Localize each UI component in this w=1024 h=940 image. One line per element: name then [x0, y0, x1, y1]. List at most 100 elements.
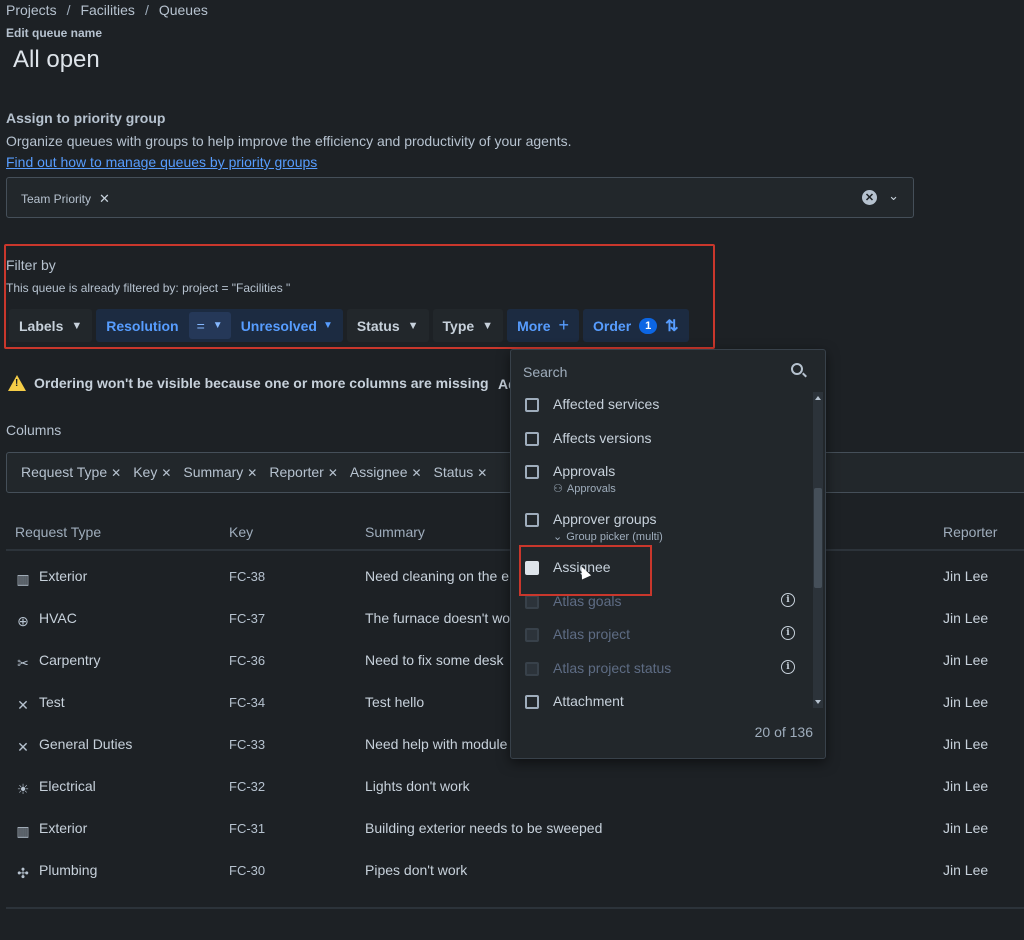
order-button[interactable]: Order 1 ⇅: [583, 309, 689, 342]
more-filter-button[interactable]: More +: [507, 309, 580, 342]
column-chip-label: Request Type: [21, 464, 108, 480]
key-cell[interactable]: FC-33: [229, 737, 265, 752]
remove-icon[interactable]: ✕: [161, 466, 171, 480]
checkbox[interactable]: [525, 513, 539, 527]
checkbox[interactable]: [525, 398, 539, 412]
summary-cell[interactable]: Need help with module: [365, 736, 507, 752]
remove-icon[interactable]: ✕: [411, 466, 421, 480]
team-priority-chip: Team Priority ✕: [15, 187, 116, 211]
request-type-cell: ▥ Exterior: [15, 568, 87, 587]
field-option-atlas-project-status[interactable]: Atlas project status: [525, 660, 671, 676]
chevron-down-icon[interactable]: ⌄: [888, 188, 899, 204]
tools-icon: ✂: [17, 655, 29, 671]
more-filter-label: More: [517, 317, 551, 334]
column-chip-label: Reporter: [269, 464, 324, 480]
table-row[interactable]: ☀ Electrical FC-32 Lights don't work Jin …: [0, 778, 1024, 820]
key-cell[interactable]: FC-30: [229, 863, 265, 878]
option-type-label: Group picker (multi): [566, 530, 663, 543]
resolution-value[interactable]: Unresolved ▼: [231, 309, 343, 342]
request-type-cell: ✂ Carpentry: [15, 652, 100, 671]
column-header-reporter[interactable]: Reporter: [943, 524, 997, 540]
column-header-summary[interactable]: Summary: [365, 524, 425, 540]
type-filter-button[interactable]: Type ▼: [432, 309, 504, 342]
labels-filter-button[interactable]: Labels ▼: [9, 309, 93, 342]
clear-icon[interactable]: ✕: [862, 190, 877, 205]
info-icon[interactable]: i: [781, 593, 795, 607]
breadcrumb-facilities[interactable]: Facilities: [80, 2, 134, 18]
queue-name-title[interactable]: All open: [13, 46, 100, 74]
field-option-attachment[interactable]: Attachment: [525, 693, 624, 709]
key-cell[interactable]: FC-31: [229, 821, 265, 836]
field-option-atlas-project[interactable]: Atlas project: [525, 626, 630, 642]
chevron-down-icon: ▼: [407, 319, 419, 332]
scroll-thumb[interactable]: [814, 488, 822, 588]
status-filter-button[interactable]: Status ▼: [346, 309, 429, 342]
resolution-operator[interactable]: = ▼: [188, 312, 231, 339]
column-chip: Status ✕: [434, 464, 488, 480]
column-chip: Key ✕: [133, 464, 171, 480]
priority-group-select[interactable]: Team Priority ✕ ✕ ⌄: [6, 177, 914, 218]
info-icon[interactable]: i: [781, 626, 795, 640]
column-chip: Assignee ✕: [350, 464, 422, 480]
checkbox[interactable]: [525, 432, 539, 446]
checkbox[interactable]: [525, 695, 539, 709]
field-option-approver-groups[interactable]: Approver groups ⌄ Group picker (multi): [525, 511, 663, 543]
column-header-request-type[interactable]: Request Type: [15, 524, 101, 540]
checkbox[interactable]: [525, 465, 539, 479]
remove-icon[interactable]: ✕: [328, 466, 338, 480]
checkbox: [525, 595, 539, 609]
field-option-approvals[interactable]: Approvals ⚇ Approvals: [525, 463, 616, 495]
search-icon: [791, 363, 803, 375]
option-label: Attachment: [553, 693, 624, 709]
key-cell[interactable]: FC-32: [229, 779, 265, 794]
building-icon: ▥: [16, 823, 30, 839]
edit-queue-name-label: Edit queue name: [6, 26, 103, 40]
request-type-label: Exterior: [39, 820, 88, 836]
info-icon[interactable]: i: [781, 660, 795, 674]
priority-groups-help-link[interactable]: Find out how to manage queues by priorit…: [6, 154, 317, 170]
summary-cell[interactable]: Pipes don't work: [365, 862, 467, 878]
column-chip-label: Key: [133, 464, 158, 480]
table-bottom-divider: [6, 907, 1024, 909]
dropdown-scrollbar[interactable]: [813, 392, 823, 708]
resolution-field[interactable]: Resolution: [96, 309, 188, 342]
columns-label: Columns: [6, 422, 62, 438]
summary-cell[interactable]: Test hello: [365, 694, 424, 710]
scroll-up-arrow-icon[interactable]: [815, 396, 821, 400]
key-cell[interactable]: FC-38: [229, 569, 265, 584]
chip-label: Team Priority: [21, 192, 92, 206]
key-cell[interactable]: FC-34: [229, 695, 265, 710]
chevron-down-icon: ▼: [322, 320, 333, 331]
table-row[interactable]: ✣ Plumbing FC-30 Pipes don't work Jin Lee: [0, 862, 1024, 904]
table-row[interactable]: ▥ Exterior FC-31 Building exterior needs …: [0, 820, 1024, 862]
summary-cell[interactable]: The furnace doesn't wo: [365, 610, 510, 626]
remove-icon[interactable]: ✕: [477, 466, 487, 480]
request-type-label: Exterior: [39, 568, 88, 584]
column-chip-label: Assignee: [349, 464, 408, 480]
summary-cell[interactable]: Building exterior needs to be sweeped: [365, 820, 602, 836]
reporter-cell: Jin Lee: [943, 778, 989, 794]
field-option-affected-services[interactable]: Affected services: [525, 396, 659, 412]
column-header-key[interactable]: Key: [229, 524, 253, 540]
plus-icon: +: [558, 315, 570, 335]
key-cell[interactable]: FC-36: [229, 653, 265, 668]
field-search-input[interactable]: Search: [523, 364, 567, 380]
column-chip-label: Summary: [183, 464, 244, 480]
breadcrumb-queues[interactable]: Queues: [159, 2, 208, 18]
chevron-down-icon: ▼: [482, 319, 494, 332]
field-option-affects-versions[interactable]: Affects versions: [525, 430, 652, 446]
key-cell[interactable]: FC-37: [229, 611, 265, 626]
remove-icon[interactable]: ✕: [111, 466, 121, 480]
request-type-label: Plumbing: [39, 862, 98, 878]
summary-cell[interactable]: Need to fix some desk: [365, 652, 504, 668]
summary-cell[interactable]: Lights don't work: [365, 778, 470, 794]
column-chip: Summary ✕: [183, 464, 257, 480]
chip-remove-icon[interactable]: ✕: [99, 191, 110, 207]
resolution-filter[interactable]: Resolution = ▼ Unresolved ▼: [96, 309, 343, 342]
wrench-icon: ✕: [17, 739, 29, 755]
option-label: Affected services: [553, 396, 660, 412]
breadcrumb-projects[interactable]: Projects: [6, 2, 57, 18]
summary-cell[interactable]: Need cleaning on the e: [365, 568, 509, 584]
scroll-down-arrow-icon[interactable]: [815, 700, 821, 704]
remove-icon[interactable]: ✕: [247, 466, 257, 480]
